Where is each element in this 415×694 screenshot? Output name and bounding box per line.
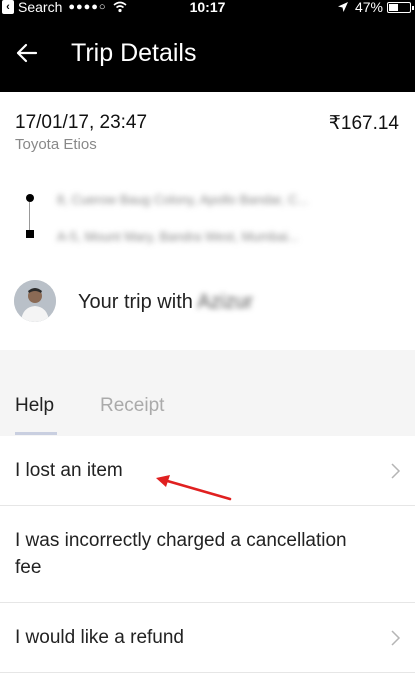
arrow-left-icon[interactable]	[14, 40, 40, 66]
help-item-label: I would like a refund	[15, 627, 184, 648]
battery-percent: 47%	[354, 0, 383, 15]
help-list: I lost an item I was incorrectly charged…	[0, 436, 415, 673]
battery-icon	[387, 1, 414, 13]
trip-datetime: 17/01/17, 23:47	[15, 112, 148, 133]
pickup-dot-icon	[26, 194, 34, 202]
help-item-refund[interactable]: I would like a refund	[0, 603, 415, 673]
app-header: Trip Details	[0, 16, 415, 92]
help-item-cancellation-fee[interactable]: I was incorrectly charged a cancellation…	[0, 506, 415, 603]
trip-summary: 17/01/17, 23:47 ₹167.14 Toyota Etios 8, …	[0, 92, 415, 350]
location-arrow-icon	[337, 2, 348, 12]
status-bar: ‹ Search ●●●●○ 10:17 47%	[0, 0, 415, 16]
tab-help[interactable]: Help	[15, 395, 54, 417]
driver-name: Azizur	[197, 291, 253, 313]
dropoff-address: A-5, Mount Mary, Bandra West, Mumbai...	[57, 229, 299, 244]
driver-label: Your trip with	[78, 291, 193, 313]
vehicle-name: Toyota Etios	[15, 136, 97, 153]
tab-receipt[interactable]: Receipt	[100, 395, 164, 417]
chevron-right-icon	[391, 629, 401, 646]
battery-level-fill	[389, 3, 399, 11]
help-item-lost-item[interactable]: I lost an item	[0, 436, 415, 506]
help-item-label: I was incorrectly charged a cancellation…	[15, 530, 347, 578]
route-line	[29, 202, 30, 230]
driver-line: Your trip with Azizur	[78, 291, 253, 314]
driver-avatar	[14, 280, 56, 322]
status-bar-right: 47%	[337, 0, 414, 15]
trip-fare: ₹167.14	[328, 113, 399, 134]
help-item-label: I lost an item	[15, 460, 123, 481]
pickup-address: 8, Cuerow Baug Colony, Apollo Bandar, C.…	[57, 192, 309, 207]
tabs-bar: Help Receipt	[0, 350, 415, 436]
chevron-right-icon	[391, 462, 401, 479]
page-title: Trip Details	[71, 39, 197, 67]
dropoff-square-icon	[26, 230, 34, 238]
driver-photo-icon	[14, 280, 56, 322]
active-tab-indicator	[15, 432, 57, 435]
